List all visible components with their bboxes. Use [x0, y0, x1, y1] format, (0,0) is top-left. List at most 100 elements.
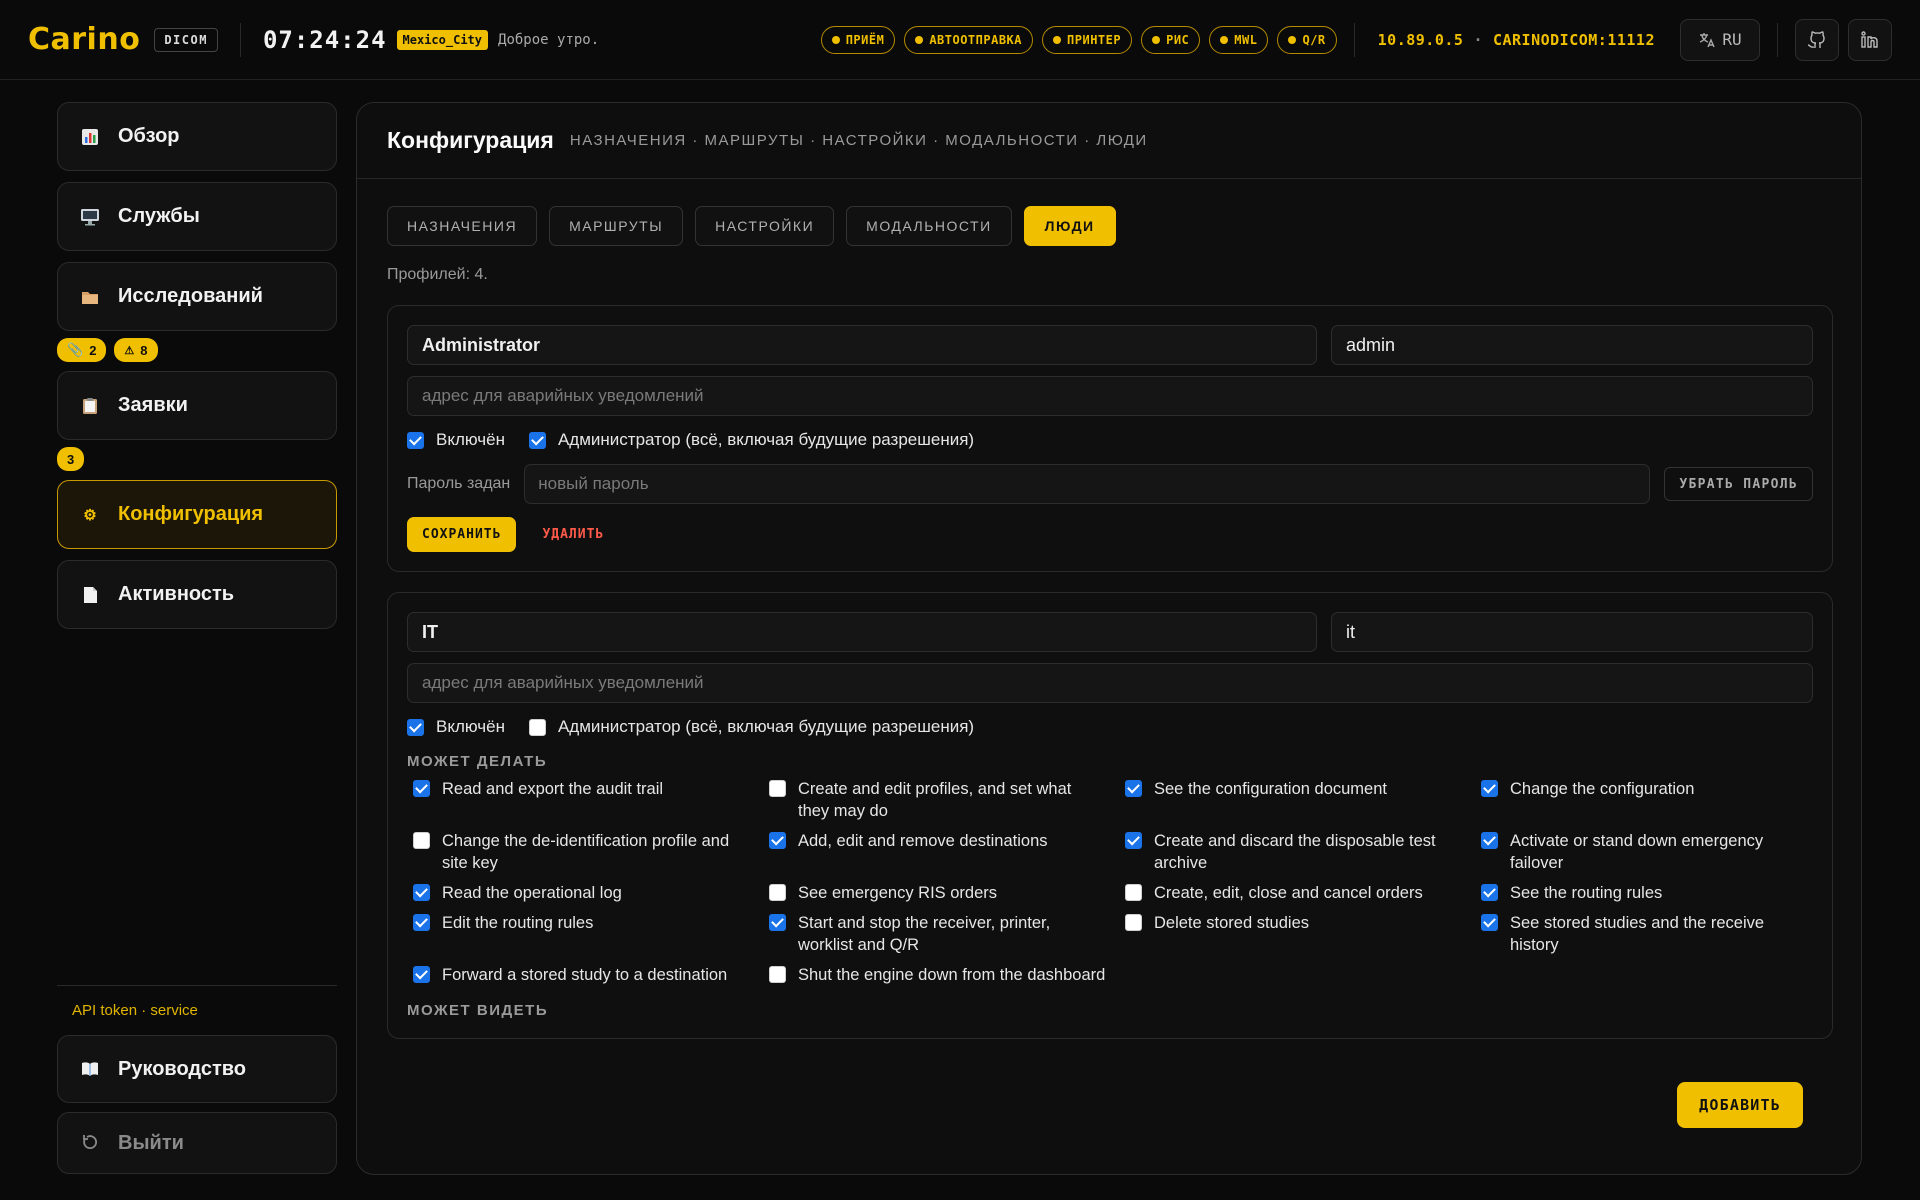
- linkedin-button[interactable]: [1848, 18, 1892, 61]
- emergency-email-field[interactable]: адрес для аварийных уведомлений: [407, 376, 1813, 416]
- permission-checkbox[interactable]: Shut the engine down from the dashboard: [769, 964, 1125, 986]
- save-button[interactable]: СОХРАНИТЬ: [407, 517, 517, 552]
- profile-name-field[interactable]: IT: [407, 612, 1317, 652]
- permission-checkbox[interactable]: Activate or stand down emergency failove…: [1481, 830, 1811, 874]
- pill-autosend[interactable]: АВТООТПРАВКА: [904, 25, 1034, 54]
- breadcrumb: НАЗНАЧЕНИЯ · МАРШРУТЫ · НАСТРОЙКИ · МОДА…: [569, 132, 1148, 149]
- permission-checkbox[interactable]: Create and edit profiles, and set what t…: [769, 778, 1125, 822]
- admin-checkbox[interactable]: Администратор (всё, включая будущие разр…: [528, 430, 974, 450]
- tab-modalities[interactable]: МОДАЛЬНОСТИ: [846, 206, 1012, 246]
- tab-destinations[interactable]: НАЗНАЧЕНИЯ: [387, 206, 538, 246]
- permission-checkbox[interactable]: Edit the routing rules: [413, 912, 769, 956]
- sidebar-item-activity[interactable]: Активность: [57, 560, 337, 629]
- permission-checkbox[interactable]: Start and stop the receiver, printer, wo…: [769, 912, 1125, 956]
- sidebar-item-orders[interactable]: Заявки: [57, 371, 337, 440]
- warning-icon: ⚠: [124, 344, 135, 357]
- profile-login-field[interactable]: it: [1331, 612, 1813, 652]
- permission-checkbox[interactable]: See the configuration document: [1125, 778, 1481, 822]
- profile-name-field[interactable]: Administrator: [407, 325, 1317, 365]
- tab-settings[interactable]: НАСТРОЙКИ: [695, 206, 835, 246]
- permission-checkbox[interactable]: Forward a stored study to a destination: [413, 964, 769, 986]
- gear-icon: ⚙: [83, 506, 97, 524]
- new-password-field[interactable]: новый пароль: [524, 464, 1651, 504]
- api-token-label: API token · service: [72, 1002, 198, 1019]
- divider: [1353, 22, 1355, 57]
- permission-label: Create and edit profiles, and set what t…: [798, 780, 1072, 820]
- logout-button[interactable]: Выйти: [57, 1112, 337, 1174]
- profile-login-field[interactable]: admin: [1331, 325, 1813, 365]
- status-dot-icon: [1152, 35, 1161, 44]
- divider: [239, 22, 241, 57]
- tab-bar: НАЗНАЧЕНИЯ МАРШРУТЫ НАСТРОЙКИ МОДАЛЬНОСТ…: [357, 179, 1861, 246]
- permission-checkbox[interactable]: See stored studies and the receive histo…: [1481, 912, 1811, 956]
- permission-checkbox[interactable]: See the routing rules: [1481, 882, 1811, 904]
- permission-label: See emergency RIS orders: [798, 884, 998, 902]
- page-title: Конфигурация: [387, 127, 554, 153]
- checkbox-checked-icon: [1125, 832, 1142, 849]
- profile-card: IT it адрес для аварийных уведомлений Вк…: [387, 592, 1833, 1039]
- can-do-heading: МОЖЕТ ДЕЛАТЬ: [407, 753, 548, 770]
- pill-mwl[interactable]: MWL: [1209, 25, 1269, 54]
- enabled-checkbox[interactable]: Включён: [407, 430, 505, 450]
- permission-label: Forward a stored study to a destination: [442, 966, 728, 984]
- permission-label: Create, edit, close and cancel orders: [1154, 884, 1423, 902]
- can-see-heading: МОЖЕТ ВИДЕТЬ: [407, 1002, 549, 1019]
- tab-routes[interactable]: МАРШРУТЫ: [549, 206, 684, 246]
- sidebar-item-studies[interactable]: Исследований: [57, 262, 337, 331]
- sidebar-item-configuration[interactable]: ⚙ Конфигурация: [57, 480, 337, 549]
- checkbox-checked-icon: [1481, 914, 1498, 931]
- permission-label: Activate or stand down emergency failove…: [1510, 832, 1764, 872]
- delete-button[interactable]: УДАЛИТЬ: [542, 527, 604, 542]
- config-panel: Конфигурация НАЗНАЧЕНИЯ · МАРШРУТЫ · НАС…: [356, 102, 1862, 1175]
- permission-checkbox[interactable]: Create, edit, close and cancel orders: [1125, 882, 1481, 904]
- checkbox-checked-icon: [528, 431, 546, 449]
- sidebar-item-overview[interactable]: Обзор: [57, 102, 337, 171]
- service-pills: ПРИЁМ АВТООТПРАВКА ПРИНТЕР РИС MWL Q/R 1…: [820, 18, 1892, 61]
- permission-label: See stored studies and the receive histo…: [1510, 914, 1765, 954]
- emergency-email-field[interactable]: адрес для аварийных уведомлений: [407, 663, 1813, 703]
- permission-checkbox[interactable]: Change the de-identification profile and…: [413, 830, 769, 874]
- permission-checkbox[interactable]: Add, edit and remove destinations: [769, 830, 1125, 874]
- app-logo[interactable]: Carino: [28, 22, 140, 57]
- profiles-list[interactable]: Administrator admin адрес для аварийных …: [387, 305, 1833, 1065]
- github-button[interactable]: [1795, 18, 1839, 61]
- enabled-checkbox[interactable]: Включён: [407, 717, 505, 737]
- permission-checkbox[interactable]: See emergency RIS orders: [769, 882, 1125, 904]
- orders-badges: 3: [57, 447, 337, 471]
- tab-people[interactable]: ЛЮДИ: [1023, 206, 1116, 246]
- greeting: Доброе утро.: [498, 31, 600, 48]
- permission-checkbox[interactable]: Delete stored studies: [1125, 912, 1481, 956]
- status-badge[interactable]: 3: [57, 447, 85, 471]
- permission-checkbox[interactable]: Change the configuration: [1481, 778, 1811, 822]
- checkbox-checked-icon: [413, 966, 430, 983]
- pill-printer[interactable]: ПРИНТЕР: [1042, 25, 1133, 54]
- checkbox-checked-icon: [769, 914, 786, 931]
- permission-label: Delete stored studies: [1154, 914, 1310, 932]
- studies-badges: 📎 2 ⚠ 8: [57, 338, 337, 362]
- checkbox-checked-icon: [413, 914, 430, 931]
- permission-label: Change the configuration: [1510, 780, 1695, 798]
- permission-checkbox[interactable]: Read and export the audit trail: [413, 778, 769, 822]
- add-profile-button[interactable]: ДОБАВИТЬ: [1677, 1082, 1803, 1128]
- permission-checkbox[interactable]: Read the operational log: [413, 882, 769, 904]
- sidebar-item-guide[interactable]: Руководство: [57, 1035, 337, 1103]
- permission-label: See the routing rules: [1510, 884, 1663, 902]
- checkbox-checked-icon: [1481, 832, 1498, 849]
- permission-checkbox[interactable]: Create and discard the disposable test a…: [1125, 830, 1481, 874]
- chart-icon: [80, 127, 100, 147]
- pill-receiver[interactable]: ПРИЁМ: [820, 25, 896, 54]
- divider: [1777, 22, 1778, 57]
- pill-qr[interactable]: Q/R: [1277, 25, 1337, 54]
- admin-checkbox[interactable]: Администратор (всё, включая будущие разр…: [528, 717, 974, 737]
- sidebar: Обзор Службы Исследований 📎 2 ⚠ 8 Заявки 3…: [57, 102, 337, 640]
- sidebar-item-services[interactable]: Службы: [57, 182, 337, 251]
- checkbox-checked-icon: [413, 780, 430, 797]
- status-badge[interactable]: 📎 2: [57, 338, 107, 362]
- remove-password-button[interactable]: УБРАТЬ ПАРОЛЬ: [1664, 467, 1813, 501]
- checkbox-unchecked-icon: [413, 832, 430, 849]
- permission-label: Change the de-identification profile and…: [442, 832, 730, 872]
- permission-label: Add, edit and remove destinations: [798, 832, 1048, 850]
- pill-ris[interactable]: РИС: [1141, 25, 1201, 54]
- language-button[interactable]: RU: [1680, 18, 1760, 61]
- status-badge[interactable]: ⚠ 8: [114, 338, 158, 362]
